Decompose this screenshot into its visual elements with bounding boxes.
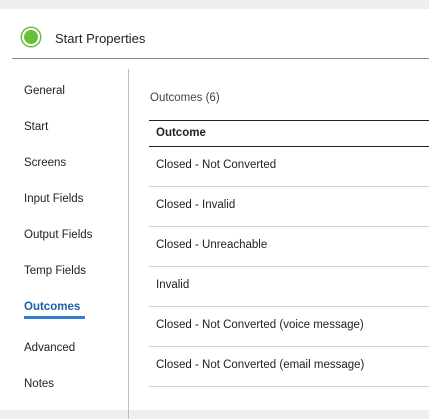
table-header: Outcome bbox=[149, 120, 429, 147]
properties-panel: Start Properties General Start Screens I… bbox=[0, 9, 429, 419]
outcome-cell: Closed - Invalid bbox=[156, 199, 236, 211]
table-row[interactable]: Closed - Invalid bbox=[149, 186, 429, 227]
outcome-cell: Closed - Not Converted bbox=[156, 159, 277, 171]
outcome-cell: Closed - Unreachable bbox=[156, 239, 268, 251]
sidebar-item-advanced[interactable]: Advanced bbox=[24, 342, 75, 354]
table-row[interactable]: Closed - Not Converted (voice message) bbox=[149, 306, 429, 347]
sidebar-item-start[interactable]: Start bbox=[24, 121, 48, 133]
table-row[interactable]: Closed - Not Converted (email message) bbox=[149, 346, 429, 387]
sidebar-item-output-fields[interactable]: Output Fields bbox=[24, 229, 92, 241]
sidebar-item-input-fields[interactable]: Input Fields bbox=[24, 193, 83, 205]
properties-sidebar: General Start Screens Input Fields Outpu… bbox=[0, 69, 129, 419]
table-row[interactable]: Closed - Unreachable bbox=[149, 226, 429, 267]
outcome-cell: Invalid bbox=[156, 279, 190, 291]
panel-title: Start Properties bbox=[55, 31, 146, 46]
outcome-cell: Closed - Not Converted (email message) bbox=[156, 359, 365, 371]
table-row[interactable]: Closed - Not Converted bbox=[149, 146, 429, 187]
outcomes-count-label: Outcomes (6) bbox=[150, 92, 220, 104]
table-row[interactable]: Invalid bbox=[149, 266, 429, 307]
sidebar-item-outcomes[interactable]: Outcomes bbox=[24, 301, 80, 313]
outcomes-section: Outcomes (6) Outcome Closed - Not Conver… bbox=[131, 69, 429, 419]
panel-header: Start Properties bbox=[12, 18, 429, 59]
active-tab-indicator bbox=[24, 316, 85, 319]
sidebar-item-temp-fields[interactable]: Temp Fields bbox=[24, 265, 86, 277]
outcome-cell: Closed - Not Converted (voice message) bbox=[156, 319, 364, 331]
sidebar-item-general[interactable]: General bbox=[24, 85, 65, 97]
start-status-icon bbox=[24, 30, 38, 44]
sidebar-item-notes[interactable]: Notes bbox=[24, 378, 54, 390]
sidebar-item-screens[interactable]: Screens bbox=[24, 157, 66, 169]
outcome-column-header: Outcome bbox=[156, 127, 206, 139]
